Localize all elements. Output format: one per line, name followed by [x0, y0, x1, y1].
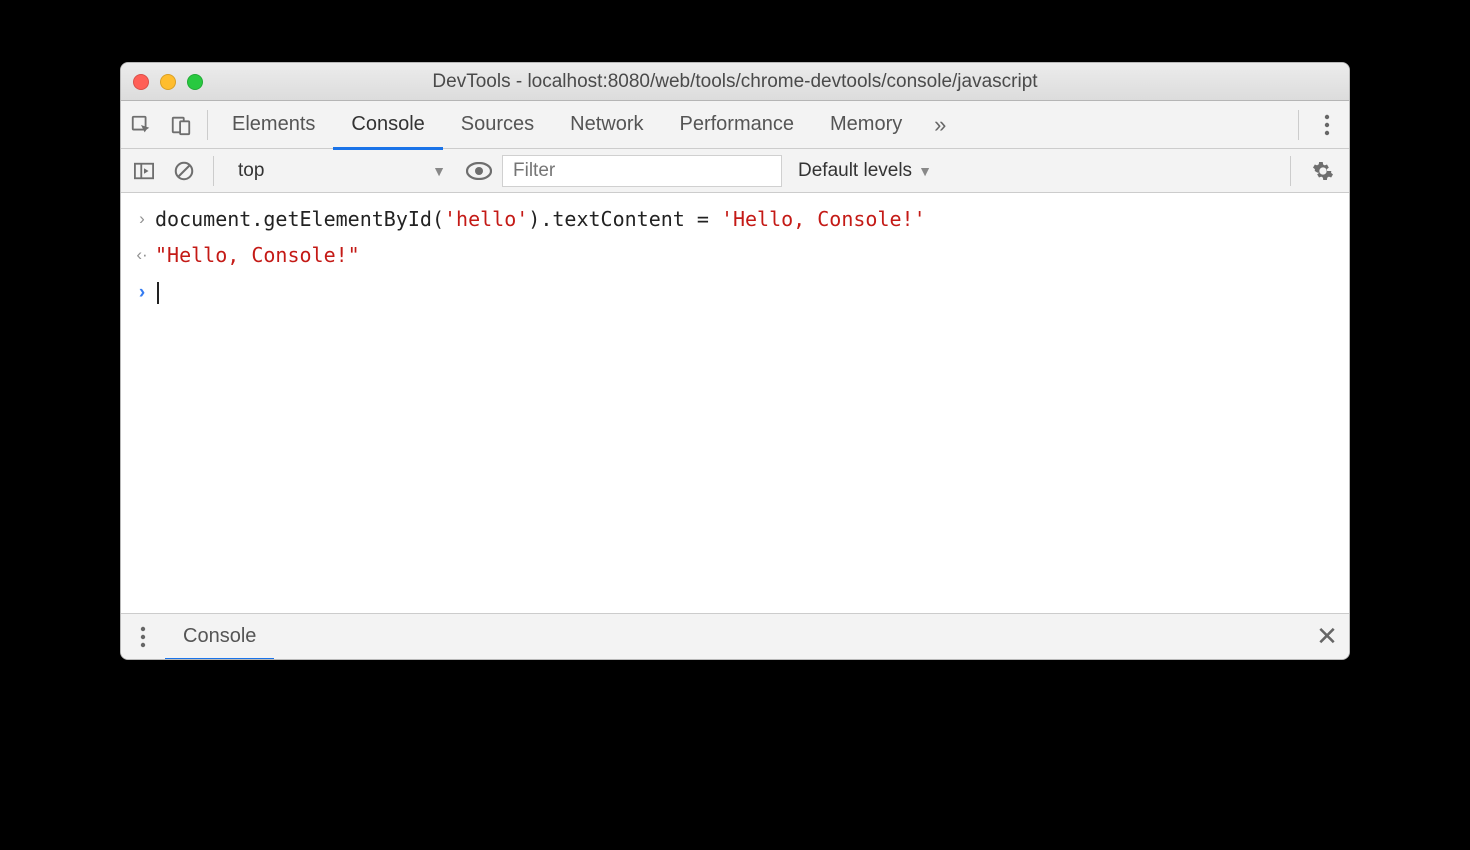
tab-console[interactable]: Console: [333, 101, 442, 149]
console-line-content: [155, 273, 159, 309]
titlebar: DevTools - localhost:8080/web/tools/chro…: [121, 63, 1349, 101]
tab-label: Performance: [680, 113, 795, 136]
tab-label: Console: [351, 113, 424, 136]
devtools-window: DevTools - localhost:8080/web/tools/chro…: [120, 62, 1350, 660]
tab-memory[interactable]: Memory: [812, 101, 920, 149]
divider: [207, 110, 208, 140]
settings-menu-button[interactable]: [1305, 101, 1349, 149]
divider: [1298, 110, 1299, 140]
result-arrow-icon: ‹·: [129, 237, 155, 271]
levels-label: Default levels: [798, 160, 912, 182]
filter-input[interactable]: [502, 155, 782, 187]
console-row-input: ›document.getElementById('hello').textCo…: [121, 201, 1349, 237]
clear-console-icon[interactable]: [167, 154, 201, 188]
traffic-lights: [133, 74, 203, 90]
live-expression-icon[interactable]: [462, 154, 496, 188]
console-row-prompt: ›: [121, 273, 1349, 310]
prompt-arrow-icon: ›: [129, 201, 155, 235]
close-drawer-button[interactable]: ✕: [1305, 621, 1349, 652]
console-output[interactable]: ›document.getElementById('hello').textCo…: [121, 193, 1349, 613]
tab-label: Network: [570, 113, 643, 136]
drawer-tab-console[interactable]: Console: [165, 614, 274, 660]
log-levels-selector[interactable]: Default levels ▼: [788, 160, 942, 182]
console-toolbar: top ▼ Default levels ▼: [121, 149, 1349, 193]
divider: [1290, 156, 1291, 186]
tab-label: Sources: [461, 113, 534, 136]
window-title: DevTools - localhost:8080/web/tools/chro…: [121, 71, 1349, 93]
main-tabstrip: Elements Console Sources Network Performance…: [121, 101, 1349, 149]
drawer: Console ✕: [121, 613, 1349, 659]
chevron-down-icon: ▼: [918, 163, 932, 179]
zoom-window-button[interactable]: [187, 74, 203, 90]
console-line-content: document.getElementById('hello').textCon…: [155, 201, 926, 237]
prompt-arrow-icon: ›: [129, 273, 155, 310]
toggle-sidebar-icon[interactable]: [127, 154, 161, 188]
console-settings-icon[interactable]: [1303, 151, 1343, 191]
drawer-tab-label: Console: [183, 625, 256, 648]
tabs-overflow-button[interactable]: »: [920, 112, 960, 138]
tab-label: Elements: [232, 113, 315, 136]
device-toolbar-icon[interactable]: [161, 101, 201, 149]
text-cursor: [157, 282, 159, 304]
console-line-content: "Hello, Console!": [155, 237, 360, 273]
tab-network[interactable]: Network: [552, 101, 661, 149]
drawer-menu-button[interactable]: [121, 626, 165, 648]
tab-sources[interactable]: Sources: [443, 101, 552, 149]
tab-label: Memory: [830, 113, 902, 136]
inspect-element-icon[interactable]: [121, 101, 161, 149]
minimize-window-button[interactable]: [160, 74, 176, 90]
context-selector[interactable]: top ▼: [226, 154, 456, 188]
tab-performance[interactable]: Performance: [662, 101, 813, 149]
close-icon: ✕: [1316, 621, 1338, 652]
console-row-result: ‹·"Hello, Console!": [121, 237, 1349, 273]
divider: [213, 156, 214, 186]
tab-elements[interactable]: Elements: [214, 101, 333, 149]
chevron-down-icon: ▼: [432, 163, 446, 179]
close-window-button[interactable]: [133, 74, 149, 90]
chevron-double-right-icon: »: [934, 112, 946, 138]
context-value: top: [238, 160, 264, 182]
